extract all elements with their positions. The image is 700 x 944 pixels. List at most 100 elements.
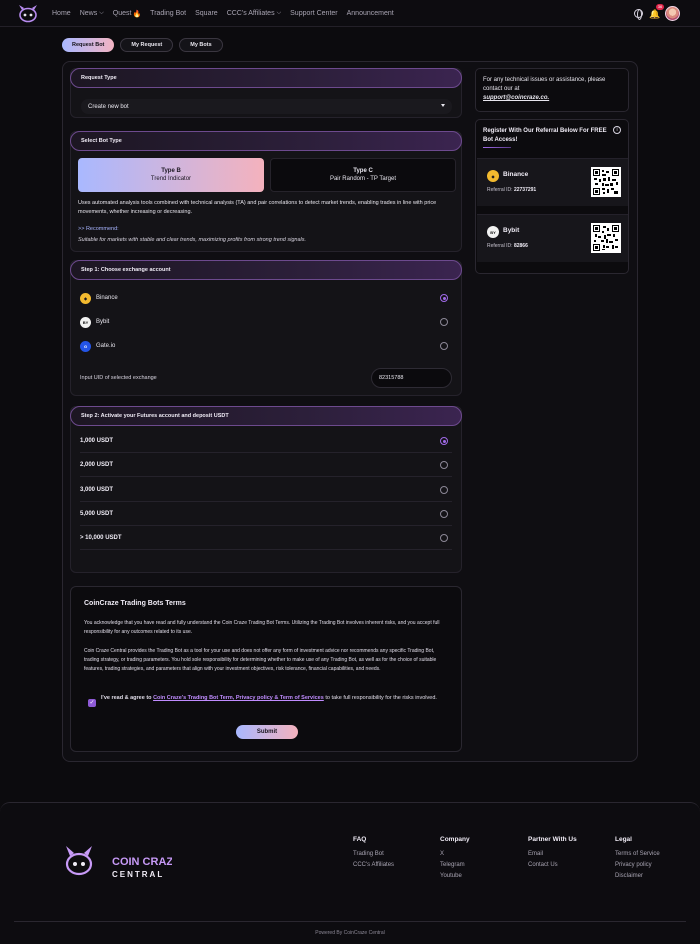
amount-option[interactable]: 3,000 USDT [80, 478, 452, 502]
nav-label: News [79, 10, 98, 17]
exchange-name: Bybit [96, 319, 110, 325]
footer-link[interactable]: Email [528, 851, 577, 857]
agree-prefix: I've read & agree to [101, 695, 152, 701]
nav-announcement[interactable]: Announcement [347, 10, 394, 17]
tab-request-bot[interactable]: Request Bot [62, 38, 115, 52]
qr-code[interactable] [591, 167, 621, 197]
gateio-icon: G [80, 340, 91, 352]
exchange-option-gateio[interactable]: G Gate.io [80, 339, 448, 353]
radio-unselected[interactable] [440, 534, 448, 542]
nav-trading-bot[interactable]: Trading Bot [150, 10, 186, 17]
agree-text: I've read & agree to Coin Craze's Tradin… [101, 694, 446, 703]
radio-unselected[interactable] [440, 510, 448, 518]
footer-col-title: Partner With Us [528, 836, 577, 843]
coincraze-central-logo[interactable]: COIN CRAZE CENTRAL [62, 844, 172, 880]
bybit-icon: BY [80, 316, 91, 328]
footer-link[interactable]: Terms of Service [615, 851, 660, 857]
qr-code[interactable] [591, 223, 621, 253]
nav-square[interactable]: Square [195, 10, 218, 17]
step1-header: Step 1: Choose exchange account [70, 260, 462, 280]
footer-link[interactable]: Youtube [440, 873, 470, 879]
bot-type-description: Uses automated analysis tools combined w… [78, 200, 437, 215]
footer-col-title: FAQ [353, 836, 367, 843]
radio-selected[interactable] [440, 294, 448, 302]
bot-type-header: Select Bot Type [70, 131, 462, 151]
amount-option[interactable]: > 10,000 USDT [80, 526, 452, 550]
terms-paragraph: You acknowledge that you have read and f… [84, 620, 440, 635]
support-text: For any technical issues or assistance, … [483, 77, 606, 92]
coincraze-logo-icon[interactable] [16, 4, 40, 23]
nav-label: Trading Bot [150, 10, 187, 17]
referral-id: Referral ID: 82866 [487, 243, 528, 249]
request-tabs: Request Bot My Request My Bots [62, 38, 223, 52]
submit-button[interactable]: Submit [236, 725, 298, 739]
footer-link[interactable]: Privacy policy [615, 862, 660, 868]
referral-card-bybit: BY Bybit Referral ID: 82866 [477, 214, 628, 262]
radio-selected[interactable] [440, 437, 448, 445]
footer-link[interactable]: Contact Us [528, 862, 577, 868]
bot-type-option-c[interactable]: Type C Pair Random - TP Target [270, 158, 456, 192]
top-navbar: Home News ⌵ Quest 🔥 Trading Bot Square CCC… [0, 0, 700, 27]
footer-link[interactable]: X [440, 851, 470, 857]
terms-paragraph: Coin Craze Central provides the Trading … [84, 648, 437, 672]
nav-quest[interactable]: Quest 🔥 [113, 10, 141, 18]
bot-type-subtitle: Pair Random - TP Target [329, 176, 397, 182]
footer-link[interactable]: CCC's Affiliates [353, 862, 394, 868]
footer-link[interactable]: Disclaimer [615, 873, 660, 879]
binance-icon: ◆ [80, 292, 91, 304]
globe-icon[interactable] [634, 9, 643, 20]
binance-icon: ◆ [487, 170, 499, 182]
footer-col-title: Company [440, 836, 470, 843]
support-email-link[interactable]: support@coincraze.co. [483, 95, 549, 101]
bot-type-subtitle: Trend Indicator [150, 176, 192, 182]
tab-my-request[interactable]: My Request [120, 38, 174, 52]
footer-col-faq: FAQ Trading Bot CCC's Affiliates [353, 836, 394, 873]
uid-label: Input UID of selected exchange [80, 375, 157, 381]
radio-unselected[interactable] [440, 486, 448, 494]
footer-link[interactable]: Telegram [440, 862, 470, 868]
avatar[interactable] [665, 6, 680, 21]
info-icon[interactable]: i [613, 126, 621, 134]
exchange-option-binance[interactable]: ◆ Binance [80, 291, 448, 305]
amount-option[interactable]: 1,000 USDT [80, 429, 452, 453]
radio-unselected[interactable] [440, 461, 448, 469]
referral-id-value: 82866 [513, 243, 528, 249]
nav-support-center[interactable]: Support Center [290, 10, 337, 17]
amount-label: 5,000 USDT [80, 510, 114, 517]
step2-header: Step 2: Activate your Futures account an… [70, 406, 462, 426]
referral-id-value: 22737291 [513, 187, 537, 193]
chevron-down-icon: ⌵ [99, 10, 104, 16]
radio-unselected[interactable] [440, 318, 448, 326]
bot-type-title: Type B [161, 168, 181, 174]
nav-affiliates[interactable]: CCC's Affiliates ⌵ [227, 10, 281, 17]
bybit-icon: BY [487, 226, 499, 238]
request-type-select[interactable]: Create new bot [81, 99, 452, 114]
referral-title: Register With Our Referral Below For FRE… [483, 128, 607, 143]
nav-news[interactable]: News ⌵ [80, 10, 104, 17]
footer-link[interactable]: Trading Bot [353, 851, 394, 857]
caret-down-icon [441, 104, 445, 107]
footer-brand-line2: CENTRAL [112, 870, 164, 879]
exchange-name: Binance [96, 295, 118, 301]
referral-exchange-name: Bybit [503, 227, 520, 234]
bot-type-option-b[interactable]: Type B Trend Indicator [78, 158, 264, 192]
referral-id: Referral ID: 22737291 [487, 187, 536, 193]
amount-label: 3,000 USDT [80, 486, 114, 493]
nav-label: Home [52, 10, 71, 17]
uid-input[interactable]: 82315788 [371, 368, 452, 388]
radio-unselected[interactable] [440, 342, 448, 350]
nav-label: Square [195, 10, 218, 17]
chevron-down-icon: ⌵ [276, 10, 282, 16]
amount-option[interactable]: 5,000 USDT [80, 502, 452, 526]
footer-col-partner: Partner With Us Email Contact Us [528, 836, 577, 873]
amount-label: 2,000 USDT [80, 461, 114, 468]
nav-label: CCC's Affiliates [226, 10, 275, 17]
terms-link[interactable]: Coin Craze's Trading Bot Term, Privacy p… [153, 695, 324, 701]
bell-icon[interactable]: 🔔 36 [649, 3, 664, 19]
agree-checkbox[interactable]: ✓ [88, 699, 96, 707]
qr-code-graphic [593, 169, 619, 195]
tab-my-bots[interactable]: My Bots [179, 38, 223, 52]
exchange-option-bybit[interactable]: BY Bybit [80, 315, 448, 329]
amount-option[interactable]: 2,000 USDT [80, 453, 452, 477]
nav-home[interactable]: Home [52, 10, 71, 17]
